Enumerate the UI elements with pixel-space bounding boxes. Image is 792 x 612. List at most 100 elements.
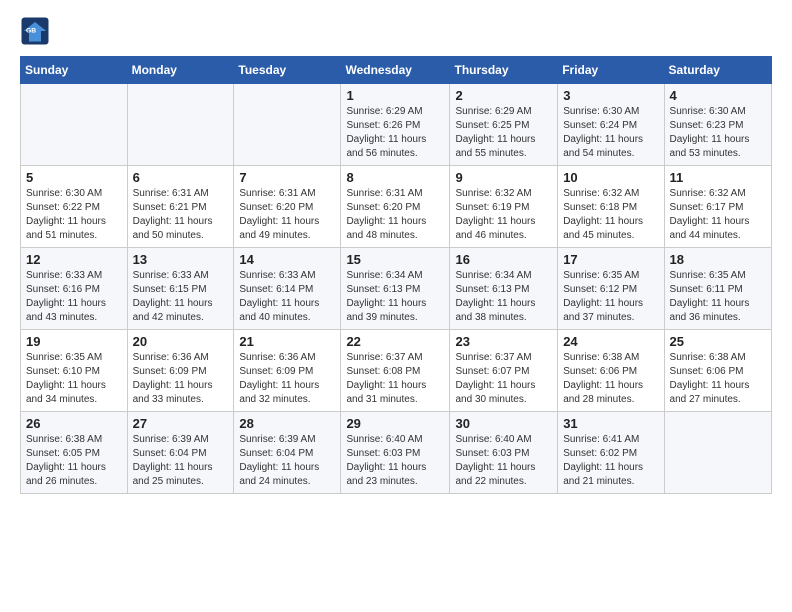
calendar-cell <box>21 84 128 166</box>
day-number: 10 <box>563 170 658 185</box>
calendar-cell: 6Sunrise: 6:31 AMSunset: 6:21 PMDaylight… <box>127 166 234 248</box>
calendar-cell <box>234 84 341 166</box>
day-info: Sunrise: 6:35 AMSunset: 6:11 PMDaylight:… <box>670 269 766 325</box>
calendar-table: SundayMondayTuesdayWednesdayThursdayFrid… <box>20 56 772 494</box>
day-info: Sunrise: 6:38 AMSunset: 6:06 PMDaylight:… <box>670 351 766 407</box>
calendar-cell: 4 Sunrise: 6:30 AMSunset: 6:23 PMDaylight… <box>664 84 771 166</box>
day-info: Sunrise: 6:36 AMSunset: 6:09 PMDaylight:… <box>133 351 229 407</box>
calendar-cell: 23Sunrise: 6:37 AMSunset: 6:07 PMDayligh… <box>450 330 558 412</box>
day-number: 26 <box>26 416 122 431</box>
day-number: 14 <box>239 252 335 267</box>
calendar-header-thursday: Thursday <box>450 57 558 84</box>
day-info: Sunrise: 6:31 AMSunset: 6:20 PMDaylight:… <box>239 187 335 243</box>
calendar-cell: 16Sunrise: 6:34 AMSunset: 6:13 PMDayligh… <box>450 248 558 330</box>
calendar-cell: 9 Sunrise: 6:32 AMSunset: 6:19 PMDaylight… <box>450 166 558 248</box>
day-number: 24 <box>563 334 658 349</box>
day-number: 9 <box>455 170 552 185</box>
day-info: Sunrise: 6:33 AMSunset: 6:16 PMDaylight:… <box>26 269 122 325</box>
calendar-cell: 2 Sunrise: 6:29 AMSunset: 6:25 PMDaylight… <box>450 84 558 166</box>
calendar-week-row: 26 Sunrise: 6:38 AMSunset: 6:05 PMDayligh… <box>21 412 772 494</box>
day-number: 17 <box>563 252 658 267</box>
day-info: Sunrise: 6:41 AMSunset: 6:02 PMDaylight:… <box>563 433 658 489</box>
calendar-cell: 17 Sunrise: 6:35 AMSunset: 6:12 PMDayligh… <box>558 248 664 330</box>
calendar-header-tuesday: Tuesday <box>234 57 341 84</box>
day-number: 21 <box>239 334 335 349</box>
day-info: Sunrise: 6:30 AMSunset: 6:24 PMDaylight:… <box>563 105 658 161</box>
day-number: 13 <box>133 252 229 267</box>
day-number: 31 <box>563 416 658 431</box>
calendar-cell: 19Sunrise: 6:35 AMSunset: 6:10 PMDayligh… <box>21 330 128 412</box>
calendar-header-wednesday: Wednesday <box>341 57 450 84</box>
day-number: 28 <box>239 416 335 431</box>
calendar-cell: 18Sunrise: 6:35 AMSunset: 6:11 PMDayligh… <box>664 248 771 330</box>
calendar-cell: 8 Sunrise: 6:31 AMSunset: 6:20 PMDaylight… <box>341 166 450 248</box>
header: GB <box>20 16 772 46</box>
calendar-week-row: 5Sunrise: 6:30 AMSunset: 6:22 PMDaylight… <box>21 166 772 248</box>
day-info: Sunrise: 6:37 AMSunset: 6:08 PMDaylight:… <box>346 351 444 407</box>
day-info: Sunrise: 6:39 AMSunset: 6:04 PMDaylight:… <box>239 433 335 489</box>
day-info: Sunrise: 6:32 AMSunset: 6:18 PMDaylight:… <box>563 187 658 243</box>
calendar-week-row: 12Sunrise: 6:33 AMSunset: 6:16 PMDayligh… <box>21 248 772 330</box>
calendar-cell: 1 Sunrise: 6:29 AMSunset: 6:26 PMDaylight… <box>341 84 450 166</box>
day-info: Sunrise: 6:31 AMSunset: 6:20 PMDaylight:… <box>346 187 444 243</box>
calendar-cell: 3 Sunrise: 6:30 AMSunset: 6:24 PMDaylight… <box>558 84 664 166</box>
logo: GB <box>20 16 54 46</box>
calendar-cell: 11Sunrise: 6:32 AMSunset: 6:17 PMDayligh… <box>664 166 771 248</box>
calendar-cell: 14 Sunrise: 6:33 AMSunset: 6:14 PMDayligh… <box>234 248 341 330</box>
day-info: Sunrise: 6:38 AMSunset: 6:05 PMDaylight:… <box>26 433 122 489</box>
day-info: Sunrise: 6:32 AMSunset: 6:17 PMDaylight:… <box>670 187 766 243</box>
day-number: 2 <box>455 88 552 103</box>
day-info: Sunrise: 6:40 AMSunset: 6:03 PMDaylight:… <box>455 433 552 489</box>
calendar-cell: 31 Sunrise: 6:41 AMSunset: 6:02 PMDayligh… <box>558 412 664 494</box>
day-info: Sunrise: 6:40 AMSunset: 6:03 PMDaylight:… <box>346 433 444 489</box>
day-number: 1 <box>346 88 444 103</box>
calendar-cell: 25 Sunrise: 6:38 AMSunset: 6:06 PMDayligh… <box>664 330 771 412</box>
calendar-cell: 27Sunrise: 6:39 AMSunset: 6:04 PMDayligh… <box>127 412 234 494</box>
day-number: 7 <box>239 170 335 185</box>
calendar-header-saturday: Saturday <box>664 57 771 84</box>
day-info: Sunrise: 6:35 AMSunset: 6:12 PMDaylight:… <box>563 269 658 325</box>
day-number: 29 <box>346 416 444 431</box>
calendar-cell: 21 Sunrise: 6:36 AMSunset: 6:09 PMDayligh… <box>234 330 341 412</box>
calendar-cell: 12Sunrise: 6:33 AMSunset: 6:16 PMDayligh… <box>21 248 128 330</box>
calendar-cell: 20 Sunrise: 6:36 AMSunset: 6:09 PMDayligh… <box>127 330 234 412</box>
day-info: Sunrise: 6:32 AMSunset: 6:19 PMDaylight:… <box>455 187 552 243</box>
day-number: 3 <box>563 88 658 103</box>
calendar-cell: 15 Sunrise: 6:34 AMSunset: 6:13 PMDayligh… <box>341 248 450 330</box>
day-number: 27 <box>133 416 229 431</box>
day-number: 30 <box>455 416 552 431</box>
day-number: 4 <box>670 88 766 103</box>
calendar-cell: 24 Sunrise: 6:38 AMSunset: 6:06 PMDayligh… <box>558 330 664 412</box>
svg-text:GB: GB <box>26 28 36 35</box>
day-info: Sunrise: 6:30 AMSunset: 6:23 PMDaylight:… <box>670 105 766 161</box>
day-number: 25 <box>670 334 766 349</box>
day-info: Sunrise: 6:35 AMSunset: 6:10 PMDaylight:… <box>26 351 122 407</box>
page: GB SundayMondayTuesdayWednesdayThursdayF… <box>0 0 792 510</box>
day-info: Sunrise: 6:29 AMSunset: 6:26 PMDaylight:… <box>346 105 444 161</box>
day-info: Sunrise: 6:34 AMSunset: 6:13 PMDaylight:… <box>346 269 444 325</box>
day-number: 15 <box>346 252 444 267</box>
day-number: 8 <box>346 170 444 185</box>
day-info: Sunrise: 6:36 AMSunset: 6:09 PMDaylight:… <box>239 351 335 407</box>
day-number: 6 <box>133 170 229 185</box>
calendar-header-row: SundayMondayTuesdayWednesdayThursdayFrid… <box>21 57 772 84</box>
calendar-cell: 26 Sunrise: 6:38 AMSunset: 6:05 PMDayligh… <box>21 412 128 494</box>
calendar-header-friday: Friday <box>558 57 664 84</box>
calendar-cell: 5Sunrise: 6:30 AMSunset: 6:22 PMDaylight… <box>21 166 128 248</box>
day-number: 23 <box>455 334 552 349</box>
day-number: 20 <box>133 334 229 349</box>
calendar-cell: 10 Sunrise: 6:32 AMSunset: 6:18 PMDayligh… <box>558 166 664 248</box>
calendar-week-row: 1 Sunrise: 6:29 AMSunset: 6:26 PMDaylight… <box>21 84 772 166</box>
day-info: Sunrise: 6:33 AMSunset: 6:15 PMDaylight:… <box>133 269 229 325</box>
day-info: Sunrise: 6:30 AMSunset: 6:22 PMDaylight:… <box>26 187 122 243</box>
day-info: Sunrise: 6:38 AMSunset: 6:06 PMDaylight:… <box>563 351 658 407</box>
day-number: 16 <box>455 252 552 267</box>
day-info: Sunrise: 6:33 AMSunset: 6:14 PMDaylight:… <box>239 269 335 325</box>
day-info: Sunrise: 6:29 AMSunset: 6:25 PMDaylight:… <box>455 105 552 161</box>
calendar-cell: 13 Sunrise: 6:33 AMSunset: 6:15 PMDayligh… <box>127 248 234 330</box>
day-number: 22 <box>346 334 444 349</box>
calendar-cell: 7 Sunrise: 6:31 AMSunset: 6:20 PMDaylight… <box>234 166 341 248</box>
calendar-header-sunday: Sunday <box>21 57 128 84</box>
calendar-week-row: 19Sunrise: 6:35 AMSunset: 6:10 PMDayligh… <box>21 330 772 412</box>
calendar-cell: 29 Sunrise: 6:40 AMSunset: 6:03 PMDayligh… <box>341 412 450 494</box>
